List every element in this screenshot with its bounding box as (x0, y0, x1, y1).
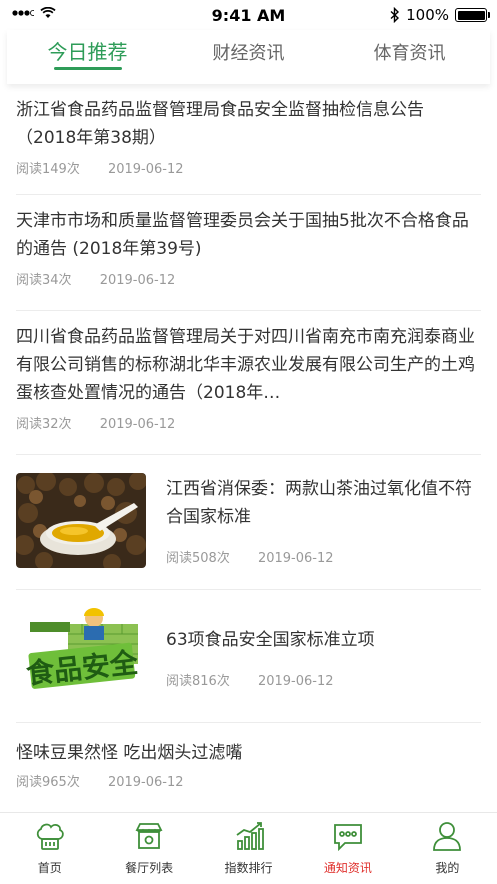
user-icon (433, 822, 462, 851)
tab-sports-news[interactable]: 体育资讯 (329, 30, 490, 84)
news-item[interactable]: 食品安全 63项食品安全国家标准立项 阅读816次 2019-06-12 (16, 590, 481, 723)
news-meta: 阅读508次 2019-06-12 (166, 547, 481, 566)
news-meta: 阅读965次 2019-06-12 (16, 771, 481, 790)
tabbar-label: 指数排行 (224, 861, 273, 875)
news-title: 怪味豆果然怪 吃出烟头过滤嘴 (16, 743, 243, 763)
news-item[interactable]: 怪味豆果然怪 吃出烟头过滤嘴 阅读965次 2019-06-12 (16, 723, 481, 819)
category-tabs: 今日推荐 财经资讯 体育资讯 (7, 30, 490, 84)
read-count: 阅读816次 (166, 674, 230, 689)
news-item[interactable]: 浙江省食品药品监督管理局食品安全监督抽检信息公告（2018年第38期） 阅读14… (16, 86, 481, 195)
battery-percent: 100% (406, 6, 449, 24)
tabbar-home[interactable]: 首页 (0, 813, 99, 884)
news-meta: 阅读32次 2019-06-12 (16, 413, 481, 432)
restaurant-icon (135, 823, 163, 849)
publish-date: 2019-06-12 (257, 674, 334, 689)
news-title: 浙江省食品药品监督管理局食品安全监督抽检信息公告（2018年第38期） (16, 100, 424, 148)
chef-hat-icon (36, 823, 64, 850)
news-meta: 阅读34次 2019-06-12 (16, 269, 481, 288)
read-count: 阅读965次 (16, 775, 80, 790)
news-item[interactable]: 江西省消保委：两款山茶油过氧化值不符合国家标准 阅读508次 2019-06-1… (16, 455, 481, 590)
tabbar-notice-news[interactable]: 通知资讯 (298, 813, 397, 884)
read-count: 阅读149次 (16, 162, 80, 177)
publish-date: 2019-06-12 (99, 417, 176, 432)
news-item[interactable]: 天津市市场和质量监督管理委员会关于国抽5批次不合格食品的通告 (2018年第39… (16, 195, 481, 311)
publish-date: 2019-06-12 (107, 775, 184, 790)
news-title: 江西省消保委：两款山茶油过氧化值不符合国家标准 (166, 479, 472, 527)
tabbar-label: 餐厅列表 (125, 861, 174, 875)
tab-label: 体育资讯 (373, 43, 446, 64)
news-title: 天津市市场和质量监督管理委员会关于国抽5批次不合格食品的通告 (2018年第39… (16, 211, 469, 259)
status-bar: 9:41 AM 100% (0, 0, 497, 30)
message-icon (334, 824, 362, 852)
news-thumbnail-food-safety: 食品安全 (16, 606, 146, 701)
tab-label: 财经资讯 (212, 43, 285, 64)
news-thumbnail-oil (16, 473, 146, 568)
news-meta: 阅读816次 2019-06-12 (166, 670, 481, 689)
news-meta: 阅读149次 2019-06-12 (16, 158, 481, 177)
bottom-tab-bar: 首页 餐厅列表 指数排行 通知资讯 我的 (0, 812, 497, 884)
battery-icon (455, 8, 490, 22)
tabbar-mine[interactable]: 我的 (398, 813, 497, 884)
news-item[interactable]: 四川省食品药品监督管理局关于对四川省南充市南充润泰商业有限公司销售的标称湖北华丰… (16, 311, 481, 455)
news-title: 63项食品安全国家标准立项 (166, 630, 375, 650)
read-count: 阅读32次 (16, 417, 72, 432)
tabbar-label: 通知资讯 (323, 861, 372, 875)
tabbar-label: 我的 (435, 861, 460, 875)
tabbar-restaurant-list[interactable]: 餐厅列表 (99, 813, 198, 884)
tab-today-recommend[interactable]: 今日推荐 (7, 30, 168, 84)
tab-finance-news[interactable]: 财经资讯 (168, 30, 329, 84)
tabbar-index-ranking[interactable]: 指数排行 (199, 813, 298, 884)
tabbar-label: 首页 (37, 861, 62, 875)
read-count: 阅读508次 (166, 551, 230, 566)
publish-date: 2019-06-12 (257, 551, 334, 566)
news-title: 四川省食品药品监督管理局关于对四川省南充市南充润泰商业有限公司销售的标称湖北华丰… (16, 327, 475, 403)
tab-label: 今日推荐 (47, 40, 128, 64)
read-count: 阅读34次 (16, 273, 72, 288)
news-feed: 浙江省食品药品监督管理局食品安全监督抽检信息公告（2018年第38期） 阅读14… (0, 86, 497, 819)
publish-date: 2019-06-12 (107, 162, 184, 177)
active-tab-indicator (53, 67, 122, 70)
publish-date: 2019-06-12 (99, 273, 176, 288)
chart-icon (235, 822, 264, 850)
bluetooth-icon (390, 7, 400, 23)
